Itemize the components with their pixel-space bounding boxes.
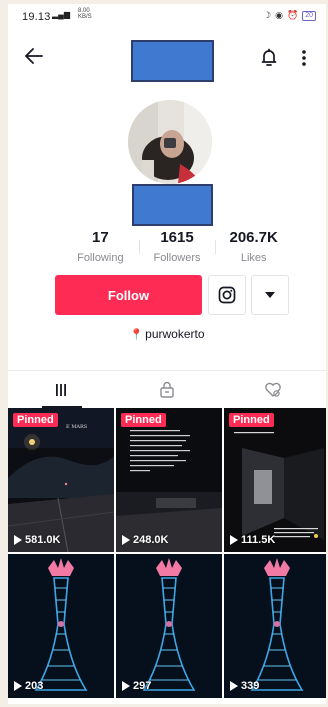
view-count-value: 203	[25, 680, 44, 692]
tab-private[interactable]	[114, 371, 220, 408]
play-icon	[230, 535, 238, 545]
status-icons: ☽ ◉ ⏰ 20	[263, 10, 316, 21]
view-count: 581.0K	[14, 534, 60, 546]
view-count: 339	[230, 680, 259, 692]
video-thumbnail[interactable]: E MARS Pinned 581.0K	[8, 408, 114, 552]
view-count-value: 248.0K	[133, 534, 169, 546]
video-thumbnail[interactable]: 297	[116, 554, 222, 698]
profile-tabs	[8, 370, 326, 408]
video-thumbnail-image	[8, 554, 114, 698]
view-count-value: 111.5K	[241, 534, 276, 546]
video-thumbnail-image	[224, 554, 326, 698]
liked-heart-icon	[265, 382, 281, 397]
location-pin-icon: 📍	[129, 329, 144, 341]
redacted-name-box	[132, 184, 213, 226]
play-icon	[122, 681, 130, 691]
profile-location: 📍 purwokerto	[8, 327, 326, 341]
suggested-accounts-button[interactable]	[251, 275, 289, 315]
video-thumbnail[interactable]: 203	[8, 554, 114, 698]
view-count-value: 581.0K	[25, 534, 61, 546]
stat-followers-label: Followers	[153, 252, 201, 264]
video-thumbnail-image	[224, 408, 326, 552]
location-status-icon: ◉	[275, 10, 283, 20]
video-thumbnail-image: E MARS	[8, 408, 114, 552]
tab-videos[interactable]	[8, 371, 114, 408]
alarm-icon: ⏰	[286, 10, 299, 20]
play-icon	[122, 535, 130, 545]
view-count: 297	[122, 680, 151, 692]
status-bar: 19.13 ▂▄▆ 8.00 KB/S ☽ ◉ ⏰ 20	[8, 4, 326, 32]
battery-icon: 20	[302, 10, 316, 21]
instagram-icon	[218, 286, 236, 304]
redacted-username-box	[131, 40, 214, 82]
moon-icon: ☽	[263, 10, 272, 20]
view-count-value: 339	[241, 680, 260, 692]
view-count: 203	[14, 680, 43, 692]
phone-screen: 19.13 ▂▄▆ 8.00 KB/S ☽ ◉ ⏰ 20 17 Followin…	[8, 4, 326, 704]
grid-icon	[56, 383, 66, 396]
back-arrow-icon[interactable]	[24, 46, 44, 66]
profile-stats: 17 Following 1615 Followers 206.7K Likes	[62, 230, 292, 270]
svg-text:E MARS: E MARS	[66, 424, 88, 430]
pinned-badge: Pinned	[229, 413, 274, 427]
stat-following[interactable]: 17 Following	[62, 230, 139, 270]
video-thumbnail-image	[116, 408, 222, 552]
video-thumbnail-image	[116, 554, 222, 698]
video-grid: E MARS Pinned 581.0K Pinned 248.0K Pinne…	[8, 408, 326, 698]
more-vertical-icon[interactable]	[300, 48, 308, 68]
caret-down-icon	[265, 292, 275, 298]
video-thumbnail[interactable]: 339	[224, 554, 326, 698]
follow-button[interactable]: Follow	[55, 275, 202, 315]
pinned-badge: Pinned	[121, 413, 166, 427]
bell-icon[interactable]	[260, 48, 278, 68]
view-count: 111.5K	[230, 534, 275, 546]
location-text: purwokerto	[145, 327, 205, 341]
stat-likes: 206.7K Likes	[215, 230, 292, 270]
network-speed-unit: KB/S	[78, 14, 92, 20]
stat-followers-value: 1615	[160, 229, 194, 246]
video-thumbnail[interactable]: Pinned 111.5K	[224, 408, 326, 552]
network-speed: 8.00 KB/S	[78, 8, 92, 20]
play-icon	[14, 535, 22, 545]
stat-likes-label: Likes	[240, 252, 267, 264]
signal-icon: ▂▄▆	[52, 10, 70, 19]
avatar-photo	[128, 100, 212, 184]
avatar[interactable]	[128, 100, 212, 184]
stat-following-value: 17	[91, 229, 109, 246]
view-count-value: 297	[133, 680, 152, 692]
video-thumbnail[interactable]: Pinned 248.0K	[116, 408, 222, 552]
pinned-badge: Pinned	[13, 413, 58, 427]
tab-liked[interactable]	[220, 371, 326, 408]
lock-icon	[160, 381, 174, 398]
stat-followers[interactable]: 1615 Followers	[138, 229, 216, 270]
stat-likes-value: 206.7K	[229, 229, 278, 246]
instagram-button[interactable]	[208, 275, 246, 315]
play-icon	[14, 681, 22, 691]
play-icon	[230, 681, 238, 691]
stat-following-label: Following	[77, 252, 124, 264]
view-count: 248.0K	[122, 534, 168, 546]
status-time: 19.13	[22, 11, 51, 23]
